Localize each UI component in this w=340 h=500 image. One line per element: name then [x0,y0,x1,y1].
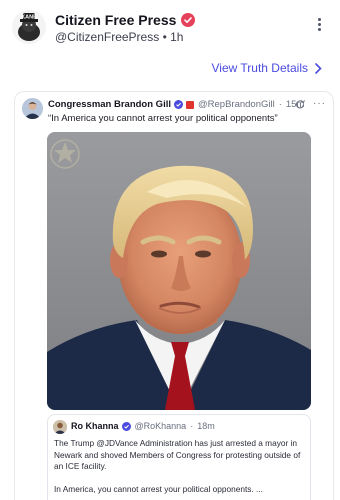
nested-paragraph-2: In America, you cannot arrest your polit… [54,483,263,494]
mugshot-photo[interactable] [47,132,311,410]
more-options-icon[interactable] [316,18,322,34]
quote-meta-separator: · [278,99,282,110]
kane-logo-icon: KANE [12,10,46,44]
flag-icon [186,100,194,109]
meta-separator: • [162,30,167,44]
quote-author-name[interactable]: Congressman Brandon Gill [48,99,171,110]
chevron-right-icon [315,62,322,74]
nested-quote-card[interactable]: Ro Khanna @RoKhanna · 18m The Trump @JDV… [47,414,311,500]
author-name[interactable]: Citizen Free Press [55,12,196,28]
post-time: 1h [170,30,184,44]
verified-badge-icon [181,13,196,27]
author-avatar[interactable]: KANE [12,10,46,44]
quote-author-handle[interactable]: @RepBrandonGill [198,99,275,110]
quote-author-avatar[interactable] [22,98,43,119]
avatar-text: KANE [21,15,37,21]
nested-author-handle[interactable]: @RoKhanna [135,421,187,431]
author-handle[interactable]: @CitizenFreePress [55,30,159,44]
quote-text: “In America you cannot arrest your polit… [48,113,278,124]
quoted-post-card[interactable]: Congressman Brandon Gill @RepBrandonGill… [14,91,334,500]
nested-author-avatar[interactable] [53,420,67,434]
nested-author-name[interactable]: Ro Khanna [71,421,119,431]
nested-time: 18m [197,421,215,431]
nested-author-line: Ro Khanna @RoKhanna · 18m [71,421,215,431]
verified-badge-icon [121,421,131,431]
nested-meta-separator: · [190,421,194,431]
quote-author-line: Congressman Brandon Gill @RepBrandonGill… [48,99,304,110]
nested-paragraph-1: The Trump @JDVance Administration has ju… [54,438,301,472]
author-meta: @CitizenFreePress • 1h [55,30,183,44]
nested-quote-body: The Trump @JDVance Administration has ju… [54,438,308,500]
quote-actions: ··· [295,98,326,109]
view-truth-details-link[interactable]: View Truth Details [212,61,323,75]
quote-more-icon[interactable]: ··· [313,98,326,109]
verified-badge-icon [174,100,183,109]
retruth-icon[interactable] [295,99,305,109]
post-header: KANE Citizen Free Press @CitizenFreePres… [12,10,328,50]
author-name-text[interactable]: Citizen Free Press [55,12,176,28]
view-details-label[interactable]: View Truth Details [212,61,309,75]
